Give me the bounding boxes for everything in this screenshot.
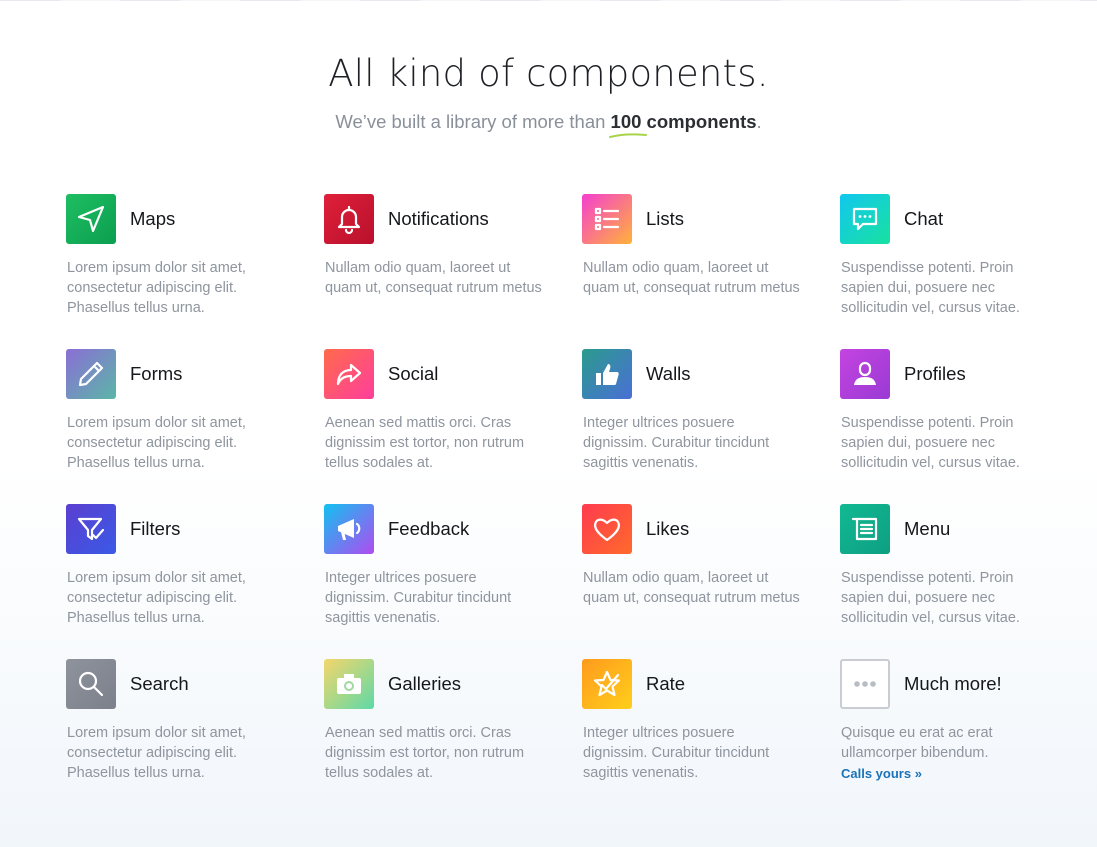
card-title[interactable]: Menu [904,518,950,540]
star-icon [582,659,632,709]
card-description: Integer ultrices posuere dignissim. Cura… [583,725,770,781]
user-icon [840,349,890,399]
subtitle-bold: components [641,111,757,132]
card-title[interactable]: Maps [130,208,175,230]
component-card-menu: Menu Suspendisse potenti. Proin sapien d… [840,504,1060,659]
card-header[interactable]: Likes [582,504,802,554]
navigation-arrow-icon [66,194,116,244]
share-arrow-icon [324,349,374,399]
card-header[interactable]: Rate [582,659,802,709]
page-title: All kind of components. [328,52,769,95]
card-title[interactable]: Feedback [388,518,469,540]
underline-squiggle-icon [608,133,647,138]
card-description: Suspendisse potenti. Proin sapien dui, p… [841,415,1020,471]
card-header[interactable]: Much more! [840,659,1060,709]
card-title[interactable]: Search [130,673,189,695]
component-card-profiles: Profiles Suspendisse potenti. Proin sapi… [840,349,1060,504]
pencil-icon [66,349,116,399]
component-card-much-more: Much more! Quisque eu erat ac erat ullam… [840,659,1060,814]
card-description: Nullam odio quam, laoreet ut quam ut, co… [325,260,542,296]
card-description: Integer ultrices posuere dignissim. Cura… [583,415,770,471]
card-title[interactable]: Much more! [904,673,1002,695]
components-grid: Maps Lorem ipsum dolor sit amet, consect… [66,194,1097,814]
card-title[interactable]: Notifications [388,208,489,230]
thumbs-up-icon [582,349,632,399]
component-card-forms: Forms Lorem ipsum dolor sit amet, consec… [66,349,286,504]
component-card-lists: Lists Nullam odio quam, laoreet ut quam … [582,194,802,349]
card-title[interactable]: Forms [130,363,182,385]
heart-icon [582,504,632,554]
card-description: Lorem ipsum dolor sit amet, consectetur … [67,725,246,781]
card-title[interactable]: Social [388,363,438,385]
card-title[interactable]: Profiles [904,363,966,385]
card-title[interactable]: Likes [646,518,689,540]
card-header[interactable]: Walls [582,349,802,399]
top-divider [0,0,1097,1]
subtitle-highlight-number: 100 [608,111,647,138]
menu-list-icon [840,504,890,554]
component-card-likes: Likes Nullam odio quam, laoreet ut quam … [582,504,802,659]
search-icon [66,659,116,709]
list-icon [582,194,632,244]
subtitle-number: 100 [610,111,642,132]
component-card-social: Social Aenean sed mattis orci. Cras dign… [324,349,544,504]
page-subtitle: We’ve built a library of more than 100 c… [0,111,1097,138]
card-title[interactable]: Galleries [388,673,461,695]
card-header[interactable]: Notifications [324,194,544,244]
card-description: Suspendisse potenti. Proin sapien dui, p… [841,260,1020,316]
card-description: Aenean sed mattis orci. Cras dignissim e… [325,725,525,781]
card-header[interactable]: Chat [840,194,1060,244]
card-header[interactable]: Filters [66,504,286,554]
calls-yours-link[interactable]: Calls yours » [841,764,1060,784]
card-header[interactable]: Galleries [324,659,544,709]
card-header[interactable]: Social [324,349,544,399]
card-title[interactable]: Chat [904,208,943,230]
camera-icon [324,659,374,709]
card-header[interactable]: Menu [840,504,1060,554]
card-header[interactable]: Profiles [840,349,1060,399]
card-description: Quisque eu erat ac erat ullamcorper bibe… [840,723,1060,784]
card-header[interactable]: Forms [66,349,286,399]
component-card-filters: Filters Lorem ipsum dolor sit amet, cons… [66,504,286,659]
component-card-notifications: Notifications Nullam odio quam, laoreet … [324,194,544,349]
card-description: Suspendisse potenti. Proin sapien dui, p… [841,570,1020,626]
component-card-search: Search Lorem ipsum dolor sit amet, conse… [66,659,286,814]
card-header[interactable]: Search [66,659,286,709]
subtitle-text: We’ve built a library of more than [335,111,611,132]
card-title[interactable]: Rate [646,673,685,695]
component-card-rate: Rate Integer ultrices posuere dignissim.… [582,659,802,814]
card-title[interactable]: Lists [646,208,684,230]
card-description: Nullam odio quam, laoreet ut quam ut, co… [583,260,800,296]
card-description: Lorem ipsum dolor sit amet, consectetur … [67,570,246,626]
card-header[interactable]: Feedback [324,504,544,554]
bell-icon [324,194,374,244]
component-card-feedback: Feedback Integer ultrices posuere dignis… [324,504,544,659]
card-description: Integer ultrices posuere dignissim. Cura… [325,570,512,626]
component-card-maps: Maps Lorem ipsum dolor sit amet, consect… [66,194,286,349]
card-title[interactable]: Walls [646,363,691,385]
component-card-galleries: Galleries Aenean sed mattis orci. Cras d… [324,659,544,814]
card-description: Lorem ipsum dolor sit amet, consectetur … [67,415,246,471]
card-header[interactable]: Maps [66,194,286,244]
card-description: Aenean sed mattis orci. Cras dignissim e… [325,415,525,471]
card-description: Nullam odio quam, laoreet ut quam ut, co… [583,570,800,606]
megaphone-icon [324,504,374,554]
ellipsis-icon [840,659,890,709]
component-card-chat: Chat Suspendisse potenti. Proin sapien d… [840,194,1060,349]
card-header[interactable]: Lists [582,194,802,244]
card-description: Lorem ipsum dolor sit amet, consectetur … [67,260,246,316]
card-title[interactable]: Filters [130,518,180,540]
subtitle-period: . [756,111,762,132]
chat-bubble-icon [840,194,890,244]
component-card-walls: Walls Integer ultrices posuere dignissim… [582,349,802,504]
filter-check-icon [66,504,116,554]
